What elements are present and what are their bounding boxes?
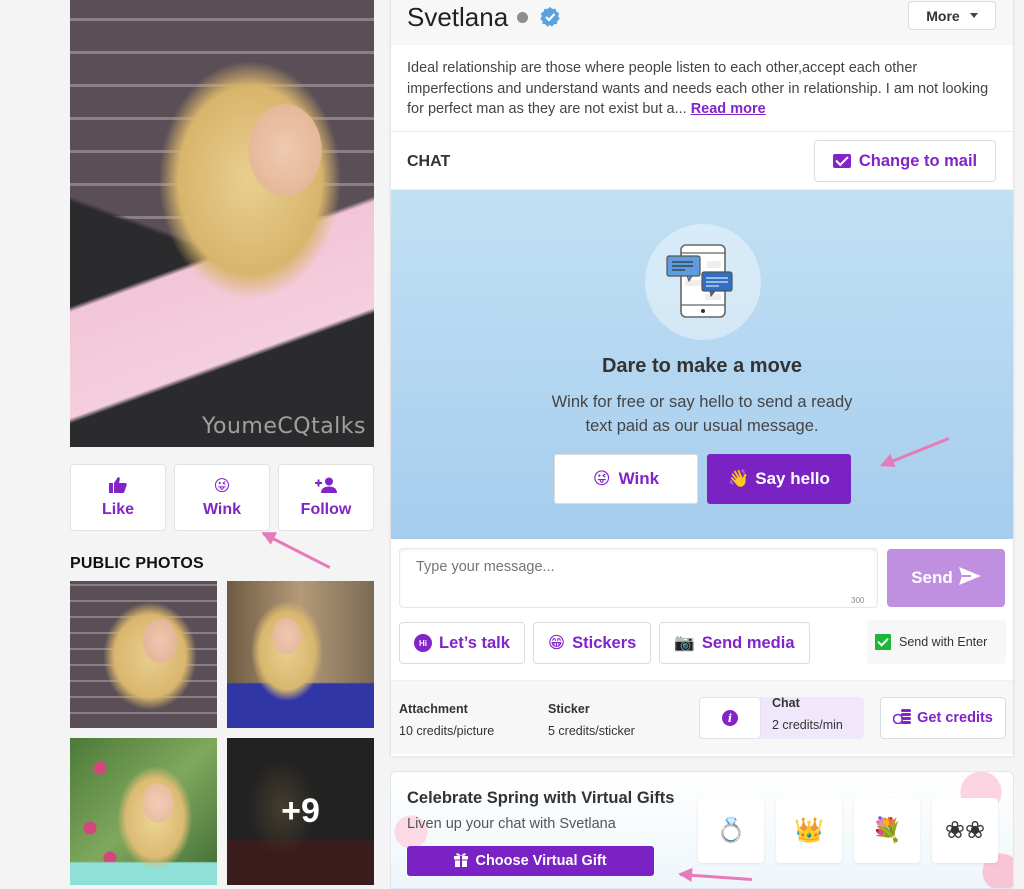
more-photos-count: +9 [281,792,320,830]
choose-virtual-gift-label: Choose Virtual Gift [475,853,607,869]
send-media-label: Send media [701,633,795,652]
attachment-price: Attachment 10 credits/picture [399,698,494,742]
virtual-gifts-banner: Celebrate Spring with Virtual Gifts Live… [390,771,1014,889]
camera-icon: 📷 [674,633,695,652]
chat-price-value: 2 credits/min [772,718,843,732]
pricing-info-button[interactable]: i [699,697,761,739]
public-photo-thumbnail[interactable] [70,581,217,728]
follow-button[interactable]: Follow [278,464,374,531]
phone-chat-illustration [645,224,761,340]
get-credits-label: Get credits [917,710,993,726]
more-label: More [926,7,960,24]
thumbs-up-icon [109,476,127,497]
wink-free-label: Wink [618,469,660,488]
message-input[interactable] [399,548,878,608]
profile-actions: Like 😜 Wink Follow [70,464,374,531]
bouquet-icon: 💐 [872,817,902,844]
info-icon: i [722,710,738,726]
photo-watermark: YoumeCQtalks [202,414,366,439]
chat-price: i Chat 2 credits/min [699,696,864,739]
send-button[interactable]: Send [887,549,1005,607]
wink-free-button[interactable]: 😜 Wink [554,454,698,504]
message-composer: 300 Send Hi Let’s talk 😁 Stickers 📷 Send… [391,539,1013,680]
send-with-enter-label: Send with Enter [899,635,988,649]
profile-header: Svetlana More [391,0,1013,45]
composer-tools: Hi Let’s talk 😁 Stickers 📷 Send media [399,622,810,664]
like-label: Like [101,500,134,518]
stickers-button[interactable]: 😁 Stickers [532,622,652,664]
wink-button[interactable]: 😜 Wink [174,464,270,531]
profile-chat-panel: Svetlana More Ideal relationship are tho… [390,0,1014,756]
send-media-button[interactable]: 📷 Send media [659,622,810,664]
crown-icon: 👑 [794,817,824,844]
wink-emoji-icon: 😜 [592,469,611,488]
change-to-mail-label: Change to mail [858,151,978,170]
sticker-price-value: 5 credits/sticker [548,724,635,738]
gift-icon [454,852,469,871]
hi-bubble-icon: Hi [414,634,432,652]
send-with-enter-toggle[interactable]: Send with Enter [867,620,1006,664]
sticker-price: Sticker 5 credits/sticker [548,698,635,742]
say-hello-button[interactable]: 👋 Say hello [707,454,851,504]
waving-hand-icon: 👋 [728,469,750,488]
chat-label: CHAT [407,153,451,170]
public-photos-heading: PUBLIC PHOTOS [70,555,204,572]
read-more-link[interactable]: Read more [691,101,766,117]
gift-ring[interactable]: 💍 [698,798,764,863]
sticker-price-label: Sticker [548,702,590,716]
choose-virtual-gift-button[interactable]: Choose Virtual Gift [407,846,654,876]
lets-talk-label: Let’s talk [439,633,510,652]
more-dropdown-button[interactable]: More [908,1,996,30]
public-photo-thumbnail[interactable] [70,738,217,885]
attachment-price-value: 10 credits/picture [399,724,495,738]
earrings-icon: ❀❀ [944,817,986,844]
get-credits-button[interactable]: Get credits [880,697,1006,739]
chat-header: CHAT Change to mail [391,132,1013,190]
user-plus-icon [315,477,337,497]
hero-title: Dare to make a move [601,355,803,377]
coins-icon [892,708,912,728]
wink-emoji-icon: 😜 [213,477,231,495]
more-photos-thumbnail[interactable]: +9 [227,738,374,885]
say-hello-label: Say hello [755,469,830,488]
icebreaker-buttons: 😜 Wink 👋 Say hello [554,454,851,504]
gift-previews: 💍 👑 💐 ❀❀ [698,798,998,863]
wink-label: Wink [202,500,242,518]
hero-subtitle: Wink for free or say hello to send a rea… [551,393,853,435]
public-photos-grid: +9 [70,581,374,885]
send-with-enter-checkbox[interactable] [875,634,891,650]
stickers-label: Stickers [572,633,637,652]
main-profile-photo[interactable]: YoumeCQtalks [70,0,374,447]
chat-price-label: Chat [772,696,800,710]
gift-crown[interactable]: 👑 [776,798,842,863]
caret-down-icon [969,13,978,18]
profile-name: Svetlana [407,2,509,32]
ring-icon: 💍 [716,817,746,844]
offline-status-icon [517,12,528,23]
envelope-icon [832,154,851,168]
char-limit-counter: 300 [851,596,865,605]
follow-label: Follow [300,500,352,518]
gift-banner-title: Celebrate Spring with Virtual Gifts [407,789,675,807]
about-text: Ideal relationship are those where peopl… [391,45,1013,132]
chat-empty-state: Dare to make a move Wink for free or say… [391,190,1013,539]
public-photo-thumbnail[interactable] [227,581,374,728]
verified-badge-icon [540,7,560,27]
chat-price-text: Chat 2 credits/min [772,692,843,736]
gift-bouquet[interactable]: 💐 [854,798,920,863]
change-to-mail-button[interactable]: Change to mail [814,140,996,182]
like-button[interactable]: Like [70,464,166,531]
annotation-arrow [262,532,331,569]
attachment-price-label: Attachment [399,702,468,716]
pricing-bar: Attachment 10 credits/picture Sticker 5 … [391,680,1013,754]
gift-earrings[interactable]: ❀❀ [932,798,998,863]
sticker-emoji-icon: 😁 [547,634,566,652]
send-label: Send [911,568,953,587]
gift-banner-subtitle: Liven up your chat with Svetlana [407,816,616,832]
lets-talk-button[interactable]: Hi Let’s talk [399,622,525,664]
send-arrow-icon [958,566,981,590]
